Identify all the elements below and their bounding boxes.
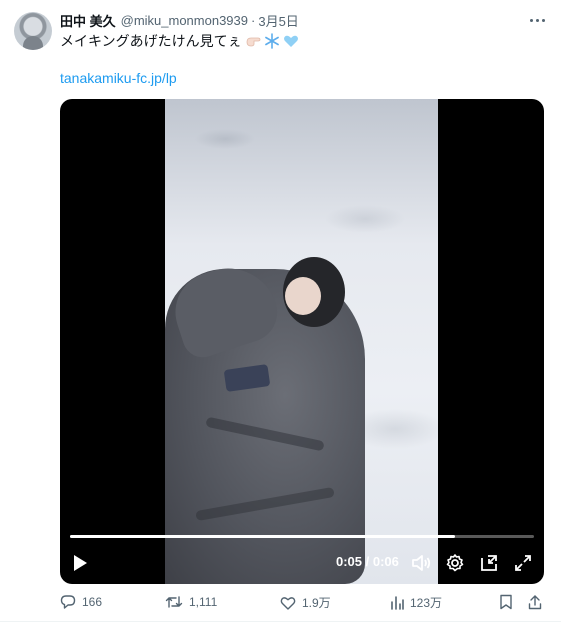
reply-count: 166 xyxy=(82,595,103,609)
tweet-header: 田中 美久 @miku_monmon3939 · 3月5日 xyxy=(60,11,299,29)
video-time: 0:05 / 0:06 xyxy=(336,554,399,569)
reply-button[interactable]: 166 xyxy=(60,594,102,610)
pip-icon[interactable] xyxy=(477,551,501,575)
analytics-icon xyxy=(391,595,404,610)
video-frame xyxy=(165,99,438,584)
bookmark-button[interactable] xyxy=(499,594,519,610)
tweet-card[interactable]: 田中 美久 @miku_monmon3939 · 3月5日 メイキングあげたけん… xyxy=(0,0,561,622)
repost-button[interactable]: 1,111 xyxy=(165,594,217,610)
share-button[interactable] xyxy=(528,594,548,610)
author-name[interactable]: 田中 美久 xyxy=(60,11,116,30)
view-count: 123万 xyxy=(410,596,443,610)
tweet-date[interactable]: 3月5日 xyxy=(258,11,298,30)
snowflake-emoji xyxy=(264,33,280,49)
author-handle[interactable]: @miku_monmon3939 xyxy=(121,13,248,28)
settings-icon[interactable] xyxy=(443,551,467,575)
video-progress-bar[interactable] xyxy=(70,535,534,538)
reply-icon xyxy=(60,595,76,609)
repost-icon xyxy=(165,596,183,608)
video-player[interactable]: 0:05 / 0:06 xyxy=(60,99,544,584)
tweet-text: メイキングあげたけん見てぇ xyxy=(60,31,299,51)
light-blue-heart-emoji xyxy=(283,33,299,49)
like-count: 1.9万 xyxy=(302,596,331,610)
views-button[interactable]: 123万 xyxy=(390,594,442,611)
play-icon[interactable] xyxy=(68,551,92,575)
more-options-icon[interactable] xyxy=(526,10,548,30)
header-separator: · xyxy=(251,12,256,28)
tweet-link[interactable]: tanakamiku-fc.jp/lp xyxy=(60,68,177,88)
avatar[interactable] xyxy=(14,12,52,50)
like-button[interactable]: 1.9万 xyxy=(280,594,331,611)
share-icon xyxy=(528,595,542,610)
tweet-actions: 166 1,111 1.9万 123万 xyxy=(60,592,544,618)
volume-icon[interactable] xyxy=(410,551,434,575)
pointing-hand-emoji xyxy=(245,33,261,49)
bookmark-icon xyxy=(500,594,512,610)
heart-icon xyxy=(280,596,296,610)
video-controls: 0:05 / 0:06 xyxy=(60,545,544,581)
tweet-text-content: メイキングあげたけん見てぇ xyxy=(60,33,242,49)
repost-count: 1,111 xyxy=(189,595,218,609)
video-progress-fill xyxy=(70,535,456,538)
fullscreen-icon[interactable] xyxy=(511,551,535,575)
